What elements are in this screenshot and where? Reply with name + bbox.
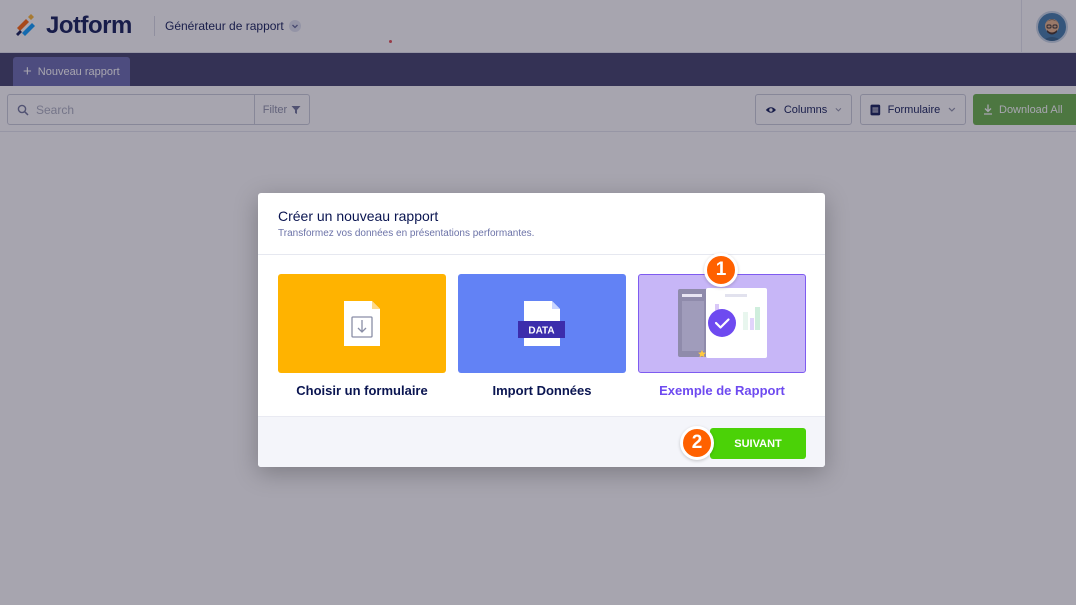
modal-title: Créer un nouveau rapport (278, 208, 439, 224)
modal-footer: SUIVANT (258, 416, 825, 467)
report-options: Choisir un formulaire DATA Import Donnée… (258, 255, 825, 416)
sample-report-icon (678, 288, 767, 358)
data-file-icon: DATA (518, 301, 565, 346)
data-file-icon-text: DATA (528, 326, 554, 337)
modal-subtitle: Transformez vos données en présentations… (278, 228, 535, 239)
sample-report-card[interactable] (638, 274, 806, 373)
choose-form-card[interactable] (278, 274, 446, 373)
import-data-label[interactable]: Import Données (458, 383, 626, 398)
step-marker-2: 2 (680, 426, 714, 460)
import-data-card[interactable]: DATA (458, 274, 626, 373)
step-marker-1: 1 (704, 253, 738, 287)
choose-form-label[interactable]: Choisir un formulaire (278, 383, 446, 398)
next-button[interactable]: SUIVANT (710, 428, 806, 459)
create-report-modal: Créer un nouveau rapport Transformez vos… (258, 193, 825, 467)
modal-header: Créer un nouveau rapport Transformez vos… (258, 193, 825, 255)
sample-report-label[interactable]: Exemple de Rapport (638, 383, 806, 398)
form-import-icon (344, 301, 380, 346)
